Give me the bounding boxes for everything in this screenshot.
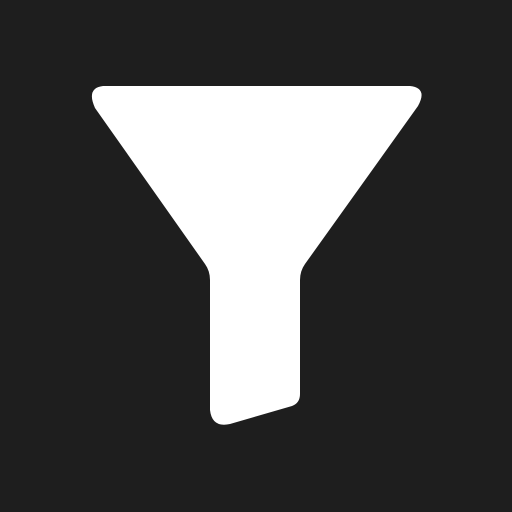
funnel-shape: [91, 86, 422, 425]
icon-canvas: [0, 0, 512, 512]
filter-icon: [91, 86, 422, 425]
